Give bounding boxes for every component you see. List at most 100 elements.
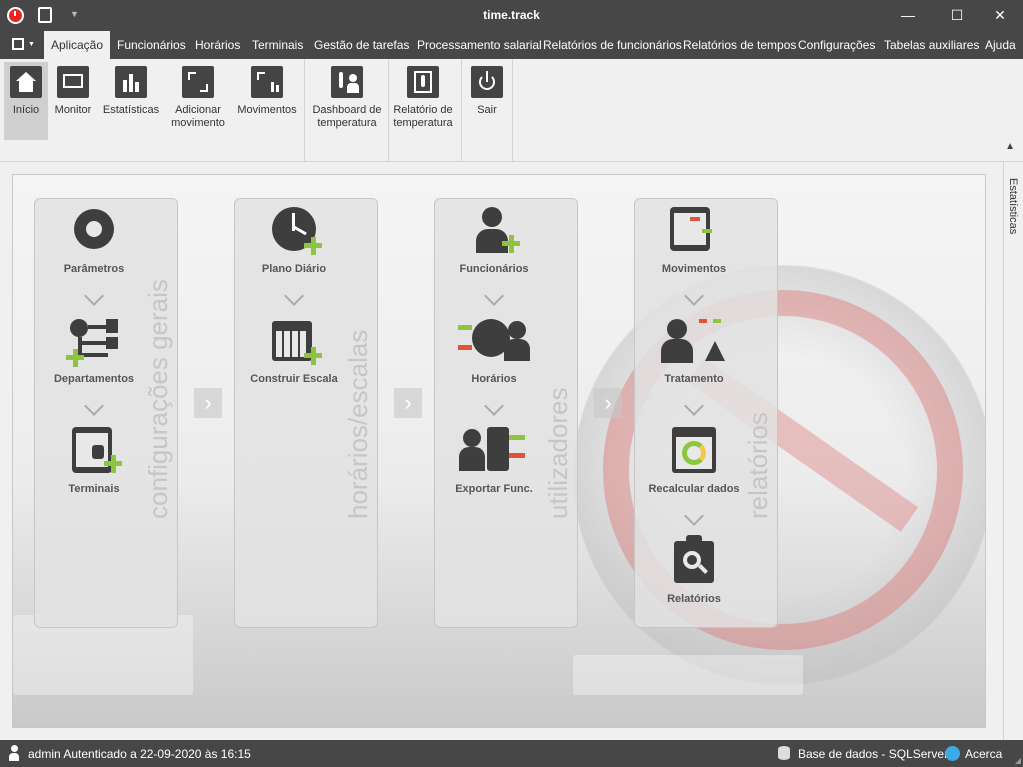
menu-configuracoes[interactable]: Configurações [791, 31, 882, 59]
statistics-side-panel[interactable]: Estatísticas [1003, 162, 1023, 740]
menu-gestao-tarefas[interactable]: Gestão de tarefas [307, 31, 416, 59]
user-treatment-icon [661, 315, 727, 369]
next-chevron-icon: › [394, 388, 422, 418]
tile-label: Exportar Func. [455, 483, 533, 495]
tile-movimentos[interactable]: Movimentos [635, 205, 753, 275]
file-menu-button[interactable]: ▼ [6, 37, 35, 53]
tile-departamentos[interactable]: Departamentos [35, 315, 153, 385]
menu-processamento-salarial[interactable]: Processamento salarial [410, 31, 549, 59]
next-chevron-icon: › [194, 388, 222, 418]
ribbon-separator [304, 59, 305, 161]
ribbon-estatisticas-label: Estatísticas [102, 104, 160, 116]
ribbon-relatorio-temperatura-button[interactable]: Relatório de temperatura [392, 62, 454, 140]
ribbon-dashboard-temperatura-label: Dashboard de temperatura [312, 104, 382, 129]
user-add-icon [466, 205, 522, 259]
ribbon-adicionar-movimento-label: Adicionar movimento [171, 104, 225, 129]
clock-add-icon [266, 205, 322, 259]
about-icon[interactable] [945, 746, 960, 761]
ribbon-separator [512, 59, 513, 161]
panel-utilizadores: utilizadores Funcionários Horários Expor… [434, 198, 578, 628]
ribbon-adicionar-movimento-button[interactable]: Adicionar movimento [168, 62, 228, 140]
ribbon-sair-button[interactable]: Sair [466, 62, 508, 140]
tile-exportar-func[interactable]: Exportar Func. [435, 425, 553, 495]
tile-label: Relatórios [667, 593, 721, 605]
tile-label: Terminais [68, 483, 120, 495]
ribbon-sair-label: Sair [477, 104, 497, 116]
ribbon-movimentos-button[interactable]: Movimentos [236, 62, 298, 140]
chevron-down-icon [684, 396, 704, 416]
menu-relatorios-funcionarios[interactable]: Relatórios de funcionários [536, 31, 689, 59]
tile-plano-diario[interactable]: Plano Diário [235, 205, 353, 275]
tile-label: Construir Escala [250, 373, 338, 385]
side-panel-label: Estatísticas [1007, 178, 1019, 235]
panel-relatorios: relatórios Movimentos Tratamento Recalcu… [634, 198, 778, 628]
close-button[interactable]: ✕ [977, 0, 1023, 31]
ribbon-estatisticas-button[interactable]: Estatísticas [100, 62, 162, 140]
tile-label: Tratamento [664, 373, 724, 385]
chevron-down-icon [84, 286, 104, 306]
gear-icon [66, 205, 122, 259]
recalculate-icon [666, 425, 722, 479]
movements-icon [251, 66, 283, 98]
calendar-add-icon [266, 315, 322, 369]
ribbon: Início Monitor Estatísticas Adicionar mo… [0, 59, 1023, 162]
tile-label: Horários [471, 373, 517, 385]
tile-horarios[interactable]: Horários [435, 315, 553, 385]
ribbon-separator [388, 59, 389, 161]
tile-label: Departamentos [53, 373, 135, 385]
user-icon [9, 745, 19, 761]
tile-recalcular-dados[interactable]: Recalcular dados [635, 425, 753, 495]
ribbon-separator [461, 59, 462, 161]
window-title: time.track [483, 8, 540, 22]
org-chart-add-icon [66, 315, 122, 369]
ribbon-dashboard-temperatura-button[interactable]: Dashboard de temperatura [310, 62, 384, 140]
terminal-movements-icon [666, 205, 722, 259]
panel-horarios-escalas: horários/escalas Plano Diário Construir … [234, 198, 378, 628]
chevron-down-icon [684, 506, 704, 526]
ribbon-movimentos-label: Movimentos [237, 104, 297, 116]
tile-label: Movimentos [661, 263, 727, 275]
menu-terminais[interactable]: Terminais [245, 31, 310, 59]
file-menu-dropdown-icon: ▼ [28, 41, 35, 48]
tile-label: Parâmetros [63, 263, 125, 275]
menu-ajuda[interactable]: Ajuda [978, 31, 1023, 59]
menu-tabelas-auxiliares[interactable]: Tabelas auxiliares [877, 31, 986, 59]
chevron-down-icon [484, 396, 504, 416]
power-icon [471, 66, 503, 98]
menu-aplicacao[interactable]: Aplicação [44, 31, 111, 59]
file-menu-icon [12, 38, 24, 50]
chevron-down-icon [284, 286, 304, 306]
status-bar: admin Autenticado a 22-09-2020 às 16:15 … [0, 740, 1023, 767]
maximize-button[interactable]: ☐ [934, 0, 980, 31]
tile-funcionarios[interactable]: Funcionários [435, 205, 553, 275]
panel-configuracoes-gerais: configurações gerais Parâmetros Departam… [34, 198, 178, 628]
minimize-button[interactable]: — [885, 0, 931, 31]
background-decoration [573, 655, 803, 695]
status-database-text[interactable]: Base de dados - SQLServer [798, 747, 948, 761]
ribbon-collapse-icon[interactable]: ▲ [1005, 141, 1015, 152]
menu-funcionarios[interactable]: Funcionários [110, 31, 193, 59]
next-chevron-icon: › [594, 388, 622, 418]
ribbon-inicio-button[interactable]: Início [4, 62, 48, 140]
tile-parametros[interactable]: Parâmetros [35, 205, 153, 275]
ribbon-monitor-button[interactable]: Monitor [52, 62, 94, 140]
tile-terminais[interactable]: Terminais [35, 425, 153, 495]
tile-tratamento[interactable]: Tratamento [635, 315, 753, 385]
status-about-link[interactable]: Acerca [965, 747, 1002, 761]
thermometer-person-icon [331, 66, 363, 98]
database-icon [778, 746, 790, 760]
home-icon [10, 66, 42, 98]
temperature-report-icon [407, 66, 439, 98]
ribbon-monitor-label: Monitor [54, 104, 92, 116]
menu-relatorios-tempos[interactable]: Relatórios de tempos [676, 31, 803, 59]
export-users-icon [459, 425, 529, 479]
monitor-icon [57, 66, 89, 98]
menu-horarios[interactable]: Horários [188, 31, 247, 59]
tile-relatorios[interactable]: Relatórios [635, 535, 753, 605]
chevron-down-icon [684, 286, 704, 306]
resize-grip-icon[interactable]: ◢ [1015, 756, 1021, 765]
add-movement-icon [182, 66, 214, 98]
status-user-text: admin Autenticado a 22-09-2020 às 16:15 [28, 747, 251, 761]
tile-label: Plano Diário [261, 263, 327, 275]
tile-construir-escala[interactable]: Construir Escala [235, 315, 353, 385]
